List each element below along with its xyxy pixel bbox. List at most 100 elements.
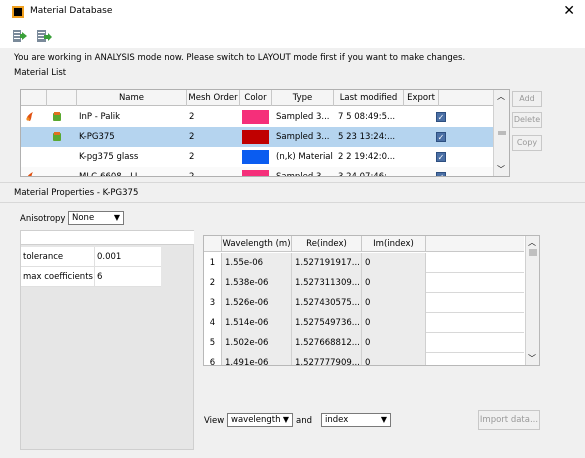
material-type-icon [27,172,33,176]
color-swatch[interactable] [242,110,269,124]
re-index-cell[interactable]: 1.527668812... [292,333,362,353]
parameter-table: tolerance 0.001 max coefficients 6 [20,230,194,450]
export-icon[interactable] [36,28,52,44]
mesh-order: 2 [189,152,195,162]
col-re-index[interactable]: Re(index) [292,236,362,252]
wavelength-cell[interactable]: 1.538e-06 [222,273,292,293]
export-checkbox[interactable]: ✓ [436,132,446,142]
parameter-value[interactable]: 6 [97,267,102,287]
title-bar: Material Database ✕ [0,0,585,24]
color-swatch[interactable] [242,130,269,144]
close-button[interactable]: ✕ [563,2,575,20]
table-row[interactable]: K-pg375 glass 2 (n,k) Material 2 2 19:42… [21,147,493,167]
wavelength-cell[interactable]: 1.514e-06 [222,313,292,333]
col-mesh-order[interactable]: Mesh Order [187,90,240,106]
table-row[interactable]: K-PG375 2 Sampled 3... 5 23 13:24:... ✓ [21,127,493,147]
import-icon[interactable] [12,28,28,44]
material-table: Name Mesh Order Color Type Last modified… [20,89,510,177]
divider [0,202,585,203]
parameter-name: tolerance [23,247,95,267]
index-value: index [325,415,349,425]
re-index-cell[interactable]: 1.527430575... [292,293,362,313]
scroll-thumb[interactable] [529,249,537,256]
export-checkbox[interactable]: ✓ [436,172,446,176]
material-source-icon [53,112,61,121]
table-row[interactable]: 4 1.514e-06 1.527549736... 0 [204,313,524,333]
material-properties-label: Material Properties - K-PG375 [14,188,139,198]
material-type: Sampled 3... [276,112,330,122]
export-checkbox[interactable]: ✓ [436,152,446,162]
scroll-up-icon[interactable]: ︿ [528,237,536,248]
last-modified: 3 24 07:46:... [338,172,396,177]
material-name: K-PG375 [79,132,115,142]
table-row[interactable]: 6 1.491e-06 1.527777909... 0 [204,353,524,365]
wavelength-cell[interactable]: 1.491e-06 [222,353,292,365]
wavelength-cell[interactable]: 1.526e-06 [222,293,292,313]
delete-button[interactable]: Delete [512,112,542,128]
im-index-cell[interactable]: 0 [362,333,426,353]
row-number: 4 [204,313,222,333]
material-name: MLC-6608 - LI [79,172,138,177]
table-row[interactable]: MLC-6608 - LI 2 Sampled 3... 3 24 07:46:… [21,167,493,177]
col-name[interactable]: Name [77,90,187,106]
re-index-cell[interactable]: 1.527777909... [292,353,362,365]
scroll-down-icon[interactable]: ﹀ [528,353,536,364]
table-row[interactable]: 1 1.55e-06 1.527191917... 0 [204,253,524,273]
anisotropy-value: None [72,213,95,223]
wavelength-cell[interactable]: 1.55e-06 [222,253,292,273]
col-row-number [204,236,222,252]
material-name: InP - Palik [79,112,121,122]
table-row[interactable]: 3 1.526e-06 1.527430575... 0 [204,293,524,313]
export-checkbox[interactable]: ✓ [436,112,446,122]
row-number: 1 [204,253,222,273]
dropdown-arrow-icon: ▼ [113,213,120,222]
last-modified: 5 23 13:24:... [338,132,396,142]
table-row[interactable]: InP - Palik 2 Sampled 3... 7 5 08:49:5..… [21,107,493,127]
anisotropy-select[interactable]: None ▼ [68,211,124,225]
col-wavelength[interactable]: Wavelength (m) [222,236,292,252]
index-select[interactable]: index ▼ [321,413,391,427]
material-database-icon [12,6,24,18]
color-swatch[interactable] [242,150,269,164]
anisotropy-label: Anisotropy [20,214,66,224]
mesh-order: 2 [189,132,195,142]
col-export[interactable]: Export [404,90,439,106]
scroll-down-icon[interactable]: ﹀ [497,164,505,175]
col-color[interactable]: Color [240,90,272,106]
wavelength-cell[interactable]: 1.502e-06 [222,333,292,353]
parameter-table-header [21,231,194,245]
scroll-up-icon[interactable]: ︿ [497,91,505,102]
add-button[interactable]: Add [512,91,542,107]
parameter-row[interactable]: max coefficients 6 [21,267,161,287]
re-index-cell[interactable]: 1.527311309... [292,273,362,293]
im-index-cell[interactable]: 0 [362,313,426,333]
material-type: Sampled 3... [276,132,330,142]
index-data-table: Wavelength (m) Re(index) Im(index) 1 1.5… [203,235,540,366]
im-index-cell[interactable]: 0 [362,353,426,365]
material-type-icon [26,112,33,121]
material-name: K-pg375 glass [79,152,139,162]
row-number: 6 [204,353,222,365]
color-swatch[interactable] [242,170,269,176]
index-table-scrollbar[interactable]: ︿ ﹀ [525,236,539,365]
last-modified: 2 2 19:42:0... [338,152,396,162]
parameter-value[interactable]: 0.001 [97,247,121,267]
im-index-cell[interactable]: 0 [362,253,426,273]
copy-button[interactable]: Copy [512,135,542,151]
splitter-handle[interactable] [498,131,506,135]
re-index-cell[interactable]: 1.527549736... [292,313,362,333]
col-icon-a [21,90,47,106]
table-row[interactable]: 5 1.502e-06 1.527668812... 0 [204,333,524,353]
last-modified: 7 5 08:49:5... [338,112,396,122]
view-select[interactable]: wavelength ▼ [227,413,293,427]
im-index-cell[interactable]: 0 [362,293,426,313]
table-row[interactable]: 2 1.538e-06 1.527311309... 0 [204,273,524,293]
col-type[interactable]: Type [272,90,334,106]
col-last-modified[interactable]: Last modified [334,90,404,106]
re-index-cell[interactable]: 1.527191917... [292,253,362,273]
im-index-cell[interactable]: 0 [362,273,426,293]
parameter-row[interactable]: tolerance 0.001 [21,247,161,267]
material-list-label: Material List [14,68,67,78]
import-data-button[interactable]: Import data... [478,410,540,430]
col-im-index[interactable]: Im(index) [362,236,426,252]
